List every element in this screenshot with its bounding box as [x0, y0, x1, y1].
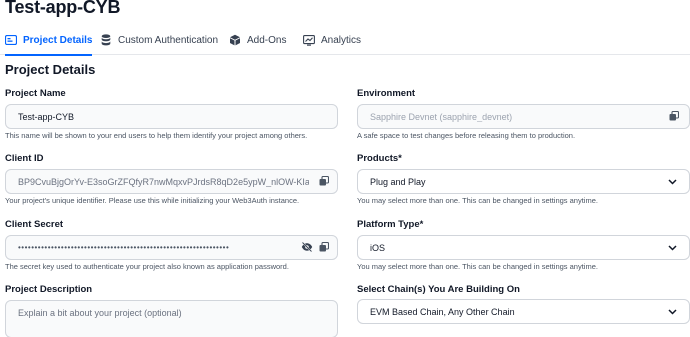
platform-type-help: You may select more than one. This can b… — [357, 262, 598, 271]
id-card-icon — [5, 34, 17, 46]
copy-icon[interactable] — [319, 241, 330, 254]
project-name-value: Test-app-CYB — [18, 111, 75, 122]
tab-label: Add-Ons — [247, 34, 287, 46]
tab-label: Analytics — [321, 34, 362, 46]
platform-type-select[interactable]: iOS — [357, 235, 690, 260]
tab-label: Custom Authentication — [118, 34, 219, 46]
chains-select[interactable]: EVM Based Chain, Any Other Chain — [357, 299, 690, 324]
database-icon — [100, 34, 112, 46]
project-description-label: Project Description — [5, 284, 93, 295]
client-id-label: Client ID — [5, 153, 44, 164]
client-secret-help: The secret key used to authenticate your… — [5, 262, 289, 271]
project-description-textarea[interactable]: Explain a bit about your project (option… — [5, 300, 338, 337]
app-title: Test-app-CYB — [5, 0, 121, 17]
products-help: You may select more than one. This can b… — [357, 196, 598, 205]
project-name-label: Project Name — [5, 88, 66, 99]
tab-project-details[interactable]: Project Details — [5, 25, 93, 56]
client-id-field: BP9CvuBjgOrYv-E3soGrZFQfyR7nwMqxvPJrdsR8… — [5, 169, 338, 194]
copy-icon[interactable] — [319, 175, 330, 188]
tab-custom-authentication[interactable]: Custom Authentication — [100, 25, 218, 55]
chevron-down-icon — [668, 243, 677, 253]
tab-analytics[interactable]: Analytics — [303, 25, 361, 55]
section-title: Project Details — [5, 62, 96, 77]
environment-field: Sapphire Devnet (sapphire_devnet) — [357, 104, 690, 129]
platform-type-label: Platform Type* — [357, 219, 424, 230]
cube-icon — [229, 34, 241, 46]
products-value: Plug and Play — [370, 176, 426, 187]
environment-label: Environment — [357, 88, 416, 99]
client-secret-label: Client Secret — [5, 219, 64, 230]
chains-value: EVM Based Chain, Any Other Chain — [370, 306, 515, 317]
environment-value: Sapphire Devnet (sapphire_devnet) — [370, 111, 513, 122]
tab-add-ons[interactable]: Add-Ons — [229, 25, 286, 55]
client-secret-field: ••••••••••••••••••••••••••••••••••••••••… — [5, 235, 338, 260]
client-secret-value: ••••••••••••••••••••••••••••••••••••••••… — [18, 243, 230, 252]
products-select[interactable]: Plug and Play — [357, 169, 690, 194]
chevron-down-icon — [668, 307, 677, 317]
copy-icon[interactable] — [669, 110, 680, 123]
environment-help: A safe space to test changes before rele… — [357, 131, 576, 140]
products-label: Products* — [357, 153, 402, 164]
project-name-help: This name will be shown to your end user… — [5, 131, 308, 140]
project-description-placeholder: Explain a bit about your project (option… — [18, 308, 182, 318]
chevron-down-icon — [668, 177, 677, 187]
eye-slash-icon[interactable] — [301, 241, 313, 254]
project-name-input[interactable]: Test-app-CYB — [5, 104, 338, 129]
client-id-help: Your project's unique identifier. Please… — [5, 196, 300, 205]
tab-bar: Project Details Custom Authentication Ad… — [0, 25, 690, 56]
tab-label: Project Details — [23, 34, 93, 46]
client-id-value: BP9CvuBjgOrYv-E3soGrZFQfyR7nwMqxvPJrdsR8… — [18, 176, 309, 187]
chart-icon — [303, 34, 315, 46]
platform-type-value: iOS — [370, 242, 386, 253]
chains-label: Select Chain(s) You Are Building On — [357, 284, 520, 295]
